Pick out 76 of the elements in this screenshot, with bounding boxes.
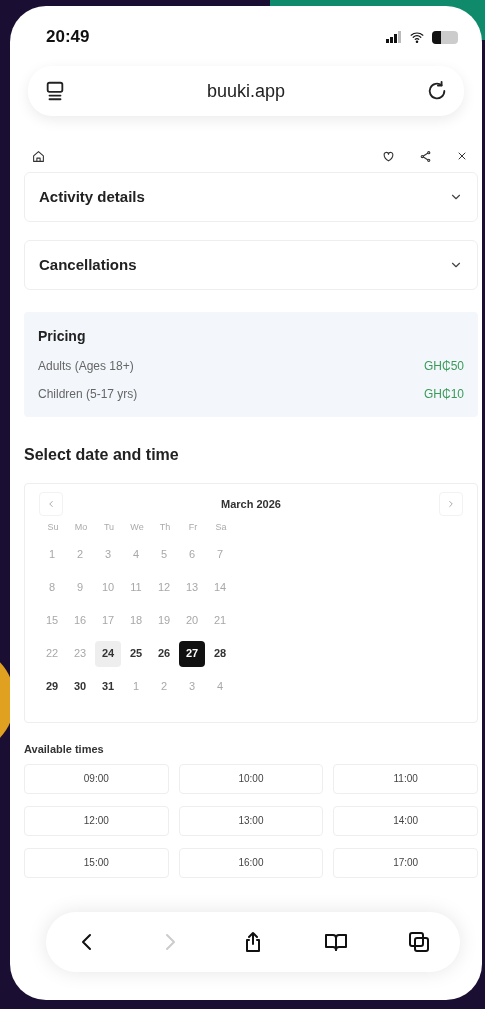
accordion-header[interactable]: Cancellations (24, 240, 478, 290)
weekday-label: Mo (73, 521, 89, 535)
calendar-day[interactable]: 13 (179, 574, 205, 601)
calendar-day[interactable]: 1 (39, 541, 65, 568)
time-slot[interactable]: 13:00 (178, 805, 324, 836)
time-slot[interactable]: 11:00 (333, 763, 478, 794)
weekday-label: Sa (214, 521, 228, 535)
calendar-day[interactable]: 12 (151, 574, 177, 601)
calendar-day[interactable]: 1 (123, 673, 149, 700)
calendar-day[interactable]: 8 (39, 574, 65, 601)
weekday-label: Su (46, 521, 60, 535)
time-slot[interactable]: 10:00 (178, 763, 324, 794)
calendar-day[interactable]: 25 (123, 640, 149, 667)
pricing-title: Pricing (38, 327, 87, 346)
time-slot[interactable]: 12:00 (24, 805, 169, 836)
calendar-day[interactable]: 2 (67, 541, 93, 568)
close-icon[interactable] (456, 150, 468, 162)
price-label: Adults (Ages 18+) (38, 358, 134, 375)
address-bar[interactable]: buuki.app (28, 66, 464, 116)
reload-icon[interactable] (426, 80, 448, 102)
calendar-day[interactable]: 6 (179, 541, 205, 568)
calendar-day[interactable]: 10 (95, 574, 121, 601)
calendar-day[interactable]: 3 (179, 673, 205, 700)
tabs-icon[interactable] (406, 930, 431, 954)
time-slot[interactable]: 16:00 (178, 847, 324, 878)
battery-icon (432, 30, 458, 44)
weekday-label: Fr (187, 521, 199, 535)
calendar-day[interactable]: 21 (207, 607, 233, 634)
calendar-day[interactable]: 22 (39, 640, 65, 667)
share-icon[interactable] (419, 149, 432, 163)
calendar-day[interactable]: 19 (151, 607, 177, 634)
calendar-day[interactable]: 17 (95, 607, 121, 634)
calendar-day[interactable]: 18 (123, 607, 149, 634)
url-text: buuki.app (206, 79, 286, 103)
calendar-day[interactable]: 3 (95, 541, 121, 568)
calendar-day[interactable]: 7 (207, 541, 233, 568)
weekday-label: We (129, 521, 145, 535)
price-label: Children (5-17 yrs) (38, 386, 138, 403)
calendar-day[interactable]: 4 (207, 673, 233, 700)
calendar-day[interactable]: 9 (67, 574, 93, 601)
weekday-label: Th (158, 521, 172, 535)
chevron-left-icon (46, 499, 56, 509)
calendar-day[interactable]: 11 (123, 574, 149, 601)
page-menu-icon[interactable] (44, 80, 66, 102)
weekday-label: Tu (102, 521, 116, 535)
calendar-day[interactable]: 29 (39, 673, 65, 700)
heart-icon[interactable] (382, 149, 395, 163)
accordion-header[interactable]: Activity details (24, 172, 478, 222)
calendar-day[interactable]: 5 (151, 541, 177, 568)
status-time: 20:49 (46, 26, 90, 49)
time-slot[interactable]: 15:00 (24, 847, 169, 878)
month-label: March 2026 (221, 496, 281, 512)
calendar-day[interactable]: 2 (151, 673, 177, 700)
time-slot[interactable]: 09:00 (24, 763, 169, 794)
calendar-day[interactable]: 30 (67, 673, 93, 700)
calendar-day[interactable]: 27 (179, 640, 205, 667)
price-value: GH₵10 (424, 386, 464, 403)
calendar-day[interactable]: 15 (39, 607, 65, 634)
calendar-day[interactable]: 28 (207, 640, 233, 667)
home-icon[interactable] (32, 149, 45, 163)
wifi-icon (408, 30, 426, 44)
time-slot[interactable]: 17:00 (333, 847, 478, 878)
calendar-day[interactable]: 24 (95, 640, 121, 667)
time-slot[interactable]: 14:00 (333, 805, 478, 836)
section-heading: Select date and time (24, 445, 179, 465)
price-value: GH₵50 (424, 358, 464, 375)
calendar-day[interactable]: 26 (151, 640, 177, 667)
signal-icon (386, 31, 402, 43)
calendar-day[interactable]: 14 (207, 574, 233, 601)
calendar-day[interactable]: 23 (67, 640, 93, 667)
calendar-day[interactable]: 31 (95, 673, 121, 700)
calendar-day[interactable]: 16 (67, 607, 93, 634)
calendar-day[interactable]: 4 (123, 541, 149, 568)
calendar-day[interactable]: 20 (179, 607, 205, 634)
section-heading: Available times (24, 742, 104, 757)
chevron-right-icon (446, 499, 456, 509)
